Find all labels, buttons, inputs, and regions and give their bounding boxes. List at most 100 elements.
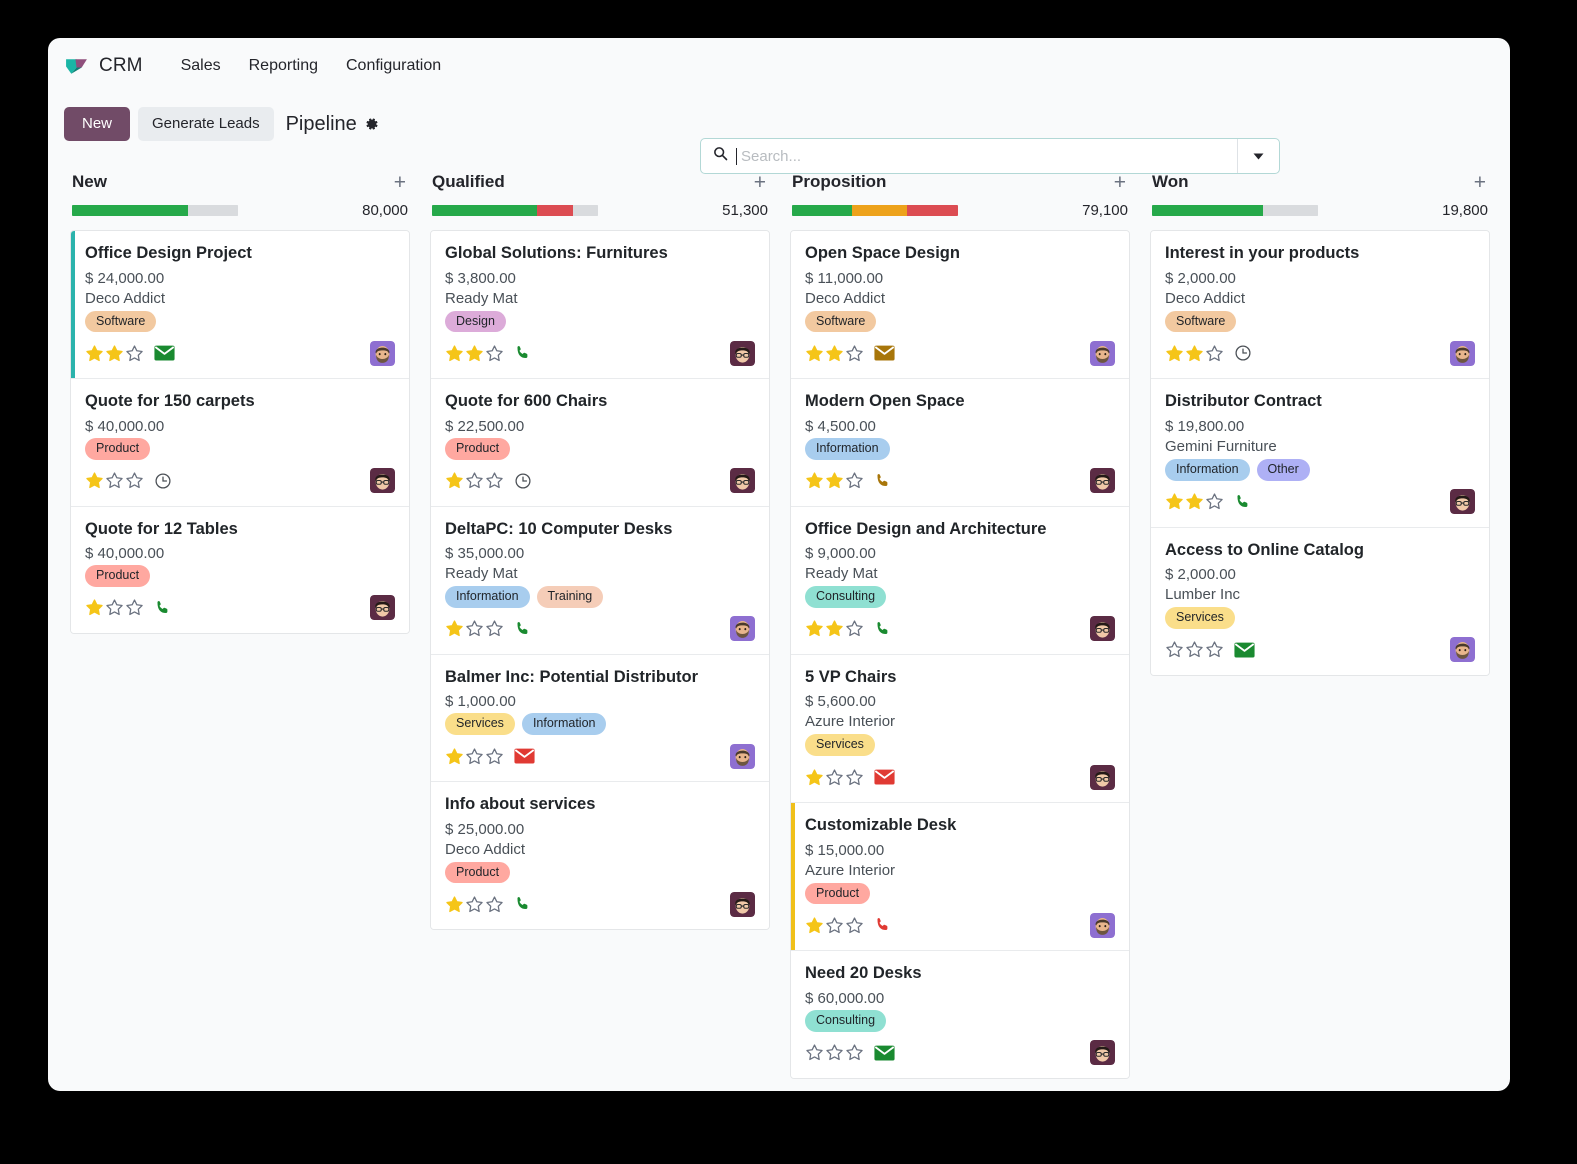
star-icon[interactable] — [485, 619, 504, 638]
star-icon[interactable] — [1185, 640, 1204, 659]
card-tag[interactable]: Product — [445, 438, 510, 460]
avatar-glasses-maroon[interactable] — [1090, 765, 1115, 790]
card-priority-stars[interactable] — [445, 895, 504, 914]
star-icon[interactable] — [1165, 640, 1184, 659]
kanban-card[interactable]: Global Solutions: Furnitures$ 3,800.00Re… — [431, 231, 769, 379]
star-icon[interactable] — [125, 344, 144, 363]
envelope-icon[interactable] — [514, 748, 535, 764]
phone-icon[interactable] — [514, 344, 531, 362]
avatar-bearded-purple[interactable] — [370, 341, 395, 366]
star-icon[interactable] — [445, 895, 464, 914]
star-icon[interactable] — [465, 747, 484, 766]
card-priority-stars[interactable] — [805, 471, 864, 490]
envelope-icon[interactable] — [1234, 642, 1255, 658]
column-add-plus-icon[interactable]: + — [1472, 172, 1488, 193]
star-icon[interactable] — [825, 916, 844, 935]
star-icon[interactable] — [105, 471, 124, 490]
column-add-plus-icon[interactable]: + — [1112, 172, 1128, 193]
progress-segment[interactable] — [432, 205, 537, 216]
gear-icon[interactable] — [365, 117, 379, 131]
phone-icon[interactable] — [874, 916, 891, 934]
envelope-icon[interactable] — [874, 345, 895, 361]
card-tag[interactable]: Product — [85, 438, 150, 460]
avatar-glasses-maroon[interactable] — [1090, 468, 1115, 493]
card-priority-stars[interactable] — [805, 768, 864, 787]
star-icon[interactable] — [85, 471, 104, 490]
card-tag[interactable]: Product — [805, 883, 870, 905]
card-priority-stars[interactable] — [85, 598, 144, 617]
avatar-bearded-purple[interactable] — [1090, 341, 1115, 366]
star-icon[interactable] — [465, 895, 484, 914]
column-progress-bar[interactable] — [792, 205, 958, 216]
app-brand[interactable]: CRM — [64, 54, 143, 79]
progress-segment[interactable] — [1263, 205, 1318, 216]
column-progress-bar[interactable] — [432, 205, 598, 216]
progress-segment[interactable] — [188, 205, 238, 216]
avatar-bearded-purple[interactable] — [730, 616, 755, 641]
kanban-card[interactable]: Interest in your products$ 2,000.00Deco … — [1151, 231, 1489, 379]
avatar-glasses-maroon[interactable] — [730, 468, 755, 493]
avatar-glasses-maroon[interactable] — [1090, 1040, 1115, 1065]
generate-leads-button[interactable]: Generate Leads — [138, 107, 274, 141]
envelope-icon[interactable] — [874, 1045, 895, 1061]
clock-icon[interactable] — [154, 472, 172, 490]
kanban-card[interactable]: Quote for 150 carpets$ 40,000.00Product — [71, 379, 409, 506]
star-icon[interactable] — [825, 1043, 844, 1062]
star-icon[interactable] — [485, 471, 504, 490]
search-bar[interactable] — [700, 138, 1280, 174]
progress-segment[interactable] — [852, 205, 907, 216]
star-icon[interactable] — [805, 916, 824, 935]
envelope-icon[interactable] — [154, 345, 175, 361]
kanban-card[interactable]: Quote for 600 Chairs$ 22,500.00Product — [431, 379, 769, 506]
star-icon[interactable] — [125, 471, 144, 490]
star-icon[interactable] — [805, 471, 824, 490]
progress-segment[interactable] — [1152, 205, 1263, 216]
nav-item-configuration[interactable]: Configuration — [332, 51, 455, 81]
avatar-glasses-maroon[interactable] — [730, 341, 755, 366]
search-toggle-chevron-down-icon[interactable] — [1237, 139, 1279, 173]
card-tag[interactable]: Services — [805, 734, 875, 756]
card-priority-stars[interactable] — [1165, 492, 1224, 511]
card-priority-stars[interactable] — [85, 344, 144, 363]
progress-segment[interactable] — [537, 205, 574, 216]
star-icon[interactable] — [85, 344, 104, 363]
column-add-plus-icon[interactable]: + — [392, 172, 408, 193]
phone-icon[interactable] — [514, 620, 531, 638]
card-tag[interactable]: Product — [85, 565, 150, 587]
kanban-card[interactable]: Modern Open Space$ 4,500.00Information — [791, 379, 1129, 506]
star-icon[interactable] — [485, 895, 504, 914]
phone-icon[interactable] — [874, 620, 891, 638]
card-tag[interactable]: Services — [1165, 607, 1235, 629]
kanban-card[interactable]: Need 20 Desks$ 60,000.00Consulting — [791, 951, 1129, 1077]
kanban-card[interactable]: Office Design and Architecture$ 9,000.00… — [791, 507, 1129, 655]
card-priority-stars[interactable] — [445, 344, 504, 363]
star-icon[interactable] — [1165, 492, 1184, 511]
star-icon[interactable] — [485, 747, 504, 766]
kanban-card[interactable]: Office Design Project$ 24,000.00Deco Add… — [71, 231, 409, 379]
card-tag[interactable]: Consulting — [805, 586, 886, 608]
star-icon[interactable] — [825, 768, 844, 787]
star-icon[interactable] — [805, 1043, 824, 1062]
clock-icon[interactable] — [514, 472, 532, 490]
card-tag[interactable]: Software — [85, 311, 156, 333]
star-icon[interactable] — [845, 768, 864, 787]
card-tag[interactable]: Software — [805, 311, 876, 333]
progress-segment[interactable] — [792, 205, 852, 216]
card-tag[interactable]: Information — [805, 438, 890, 460]
star-icon[interactable] — [845, 471, 864, 490]
card-tag[interactable]: Information — [445, 586, 530, 608]
new-button[interactable]: New — [64, 107, 130, 141]
kanban-card[interactable]: Quote for 12 Tables$ 40,000.00Product — [71, 507, 409, 633]
phone-icon[interactable] — [514, 895, 531, 913]
star-icon[interactable] — [465, 344, 484, 363]
star-icon[interactable] — [105, 344, 124, 363]
phone-icon[interactable] — [1234, 493, 1251, 511]
star-icon[interactable] — [445, 344, 464, 363]
star-icon[interactable] — [105, 598, 124, 617]
card-priority-stars[interactable] — [805, 619, 864, 638]
avatar-bearded-purple[interactable] — [1450, 637, 1475, 662]
nav-item-reporting[interactable]: Reporting — [235, 51, 332, 81]
star-icon[interactable] — [1205, 492, 1224, 511]
progress-segment[interactable] — [907, 205, 958, 216]
star-icon[interactable] — [1205, 344, 1224, 363]
